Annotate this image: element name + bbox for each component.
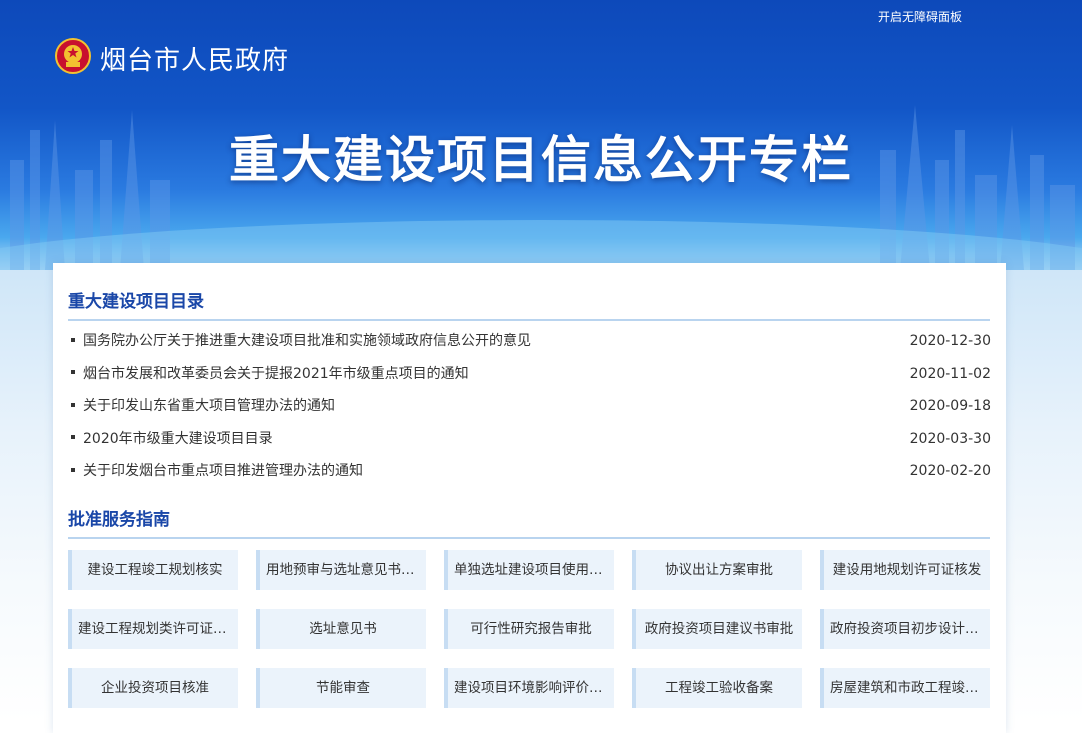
guide-item[interactable]: 建设工程规划类许可证核发 [68,609,238,649]
guide-grid: 建设工程竣工规划核实 用地预审与选址意见书审批 单独选址建设项目使用土... 协… [68,550,991,708]
guide-item[interactable]: 建设项目环境影响评价审批 [444,668,614,708]
bullet-icon [71,402,75,407]
news-title[interactable]: 国务院办公厅关于推进重大建设项目批准和实施领域政府信息公开的意见 [83,333,531,349]
bullet-icon [71,467,75,472]
guide-item[interactable]: 用地预审与选址意见书审批 [256,550,426,590]
guide-item[interactable]: 建设工程竣工规划核实 [68,550,238,590]
guide-item[interactable]: 建设用地规划许可证核发 [820,550,990,590]
news-item[interactable]: 2020年市级重大建设项目目录 2020-03-30 [68,423,991,456]
bullet-icon [71,337,75,342]
news-item[interactable]: 关于印发山东省重大项目管理办法的通知 2020-09-18 [68,390,991,423]
bullet-icon [71,370,75,374]
guide-item[interactable]: 政府投资项目初步设计概... [820,609,990,649]
accessibility-panel-link[interactable]: 开启无障碍面板 [860,8,980,25]
guide-item[interactable]: 政府投资项目建议书审批 [632,609,802,649]
news-date: 2020-03-30 [909,430,991,447]
news-date: 2020-09-18 [909,398,991,414]
guide-item[interactable]: 节能审查 [256,668,426,708]
news-item[interactable]: 烟台市发展和改革委员会关于提报2021年市级重点项目的通知 2020-11-02 [68,358,991,391]
news-date: 2020-12-30 [909,333,991,349]
guide-section-title: 批准服务指南 [68,505,990,539]
guide-item[interactable]: 协议出让方案审批 [632,550,802,590]
news-title[interactable]: 2020年市级重大建设项目目录 [83,431,273,447]
catalog-section-title: 重大建设项目目录 [68,287,990,321]
content-panel: 重大建设项目目录 国务院办公厅关于推进重大建设项目批准和实施领域政府信息公开的意… [53,263,1006,733]
page-title: 重大建设项目信息公开专栏 [229,131,853,189]
guide-item[interactable]: 房屋建筑和市政工程竣工... [820,668,990,708]
news-list: 国务院办公厅关于推进重大建设项目批准和实施领域政府信息公开的意见 2020-12… [68,325,991,488]
guide-item[interactable]: 选址意见书 [256,609,426,649]
guide-item[interactable]: 企业投资项目核准 [68,668,238,708]
news-title[interactable]: 关于印发烟台市重点项目推进管理办法的通知 [83,463,363,479]
national-emblem-icon[interactable] [55,38,91,74]
site-name[interactable]: 烟台市人民政府 [100,40,289,77]
news-item[interactable]: 国务院办公厅关于推进重大建设项目批准和实施领域政府信息公开的意见 2020-12… [68,325,991,358]
news-item[interactable]: 关于印发烟台市重点项目推进管理办法的通知 2020-02-20 [68,455,991,488]
guide-item[interactable]: 工程竣工验收备案 [632,668,802,708]
news-date: 2020-02-20 [909,463,991,479]
guide-item[interactable]: 单独选址建设项目使用土... [444,550,614,590]
bullet-icon [71,435,75,439]
news-title[interactable]: 关于印发山东省重大项目管理办法的通知 [83,398,335,414]
news-title[interactable]: 烟台市发展和改革委员会关于提报2021年市级重点项目的通知 [83,366,469,382]
guide-item[interactable]: 可行性研究报告审批 [444,609,614,649]
news-date: 2020-11-02 [909,365,991,382]
